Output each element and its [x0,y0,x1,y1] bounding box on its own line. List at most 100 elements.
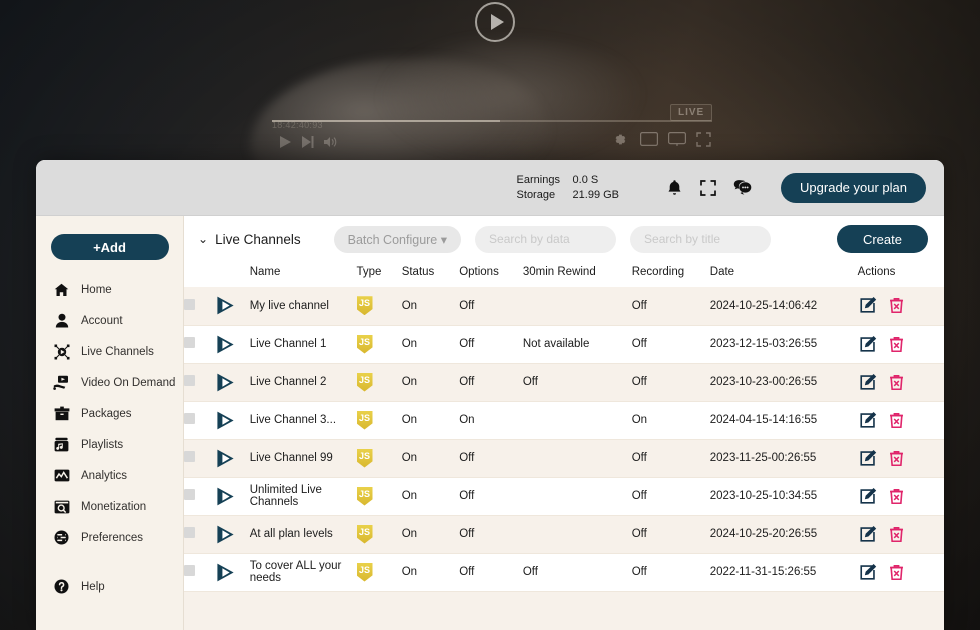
app-window: Earnings 0.0 S Storage 21.99 GB Upgrade … [36,160,944,630]
play-icon[interactable] [215,371,237,393]
play-icon[interactable] [215,447,237,469]
live-badge[interactable]: LIVE [670,104,713,121]
col-actions: Actions [857,262,944,287]
volume-icon[interactable] [324,136,337,148]
row-preview-cell [214,553,250,592]
progress-bar[interactable] [272,120,712,122]
edit-icon[interactable] [858,296,877,315]
play-icon[interactable] [215,295,237,317]
create-button[interactable]: Create [836,225,928,253]
row-checkbox-cell [184,439,215,478]
table-row[interactable]: At all plan levels JS On Off Off 2024-10… [184,515,944,554]
delete-icon[interactable] [887,373,906,392]
play-icon[interactable] [215,561,237,583]
row-checkbox[interactable] [184,413,195,424]
row-status: On [401,363,460,402]
search-by-title-input[interactable] [630,225,772,253]
row-checkbox[interactable] [184,337,195,348]
sidebar-item-label: Packages [81,407,132,420]
play-icon[interactable] [280,136,291,148]
edit-icon[interactable] [858,373,877,392]
edit-icon[interactable] [858,335,877,354]
channels-table-container: Name Type Status Options 30min Rewind Re… [184,262,944,630]
delete-icon[interactable] [887,525,906,544]
sidebar-item-label: Playlists [81,438,124,451]
sidebar-item-analytics[interactable]: Analytics [36,460,183,491]
delete-icon[interactable] [887,487,906,506]
edit-icon[interactable] [858,411,877,430]
edit-icon[interactable] [858,563,877,582]
play-icon[interactable] [215,523,237,545]
sidebar-item-preferences[interactable]: Preferences [36,522,183,553]
col-recording[interactable]: Recording [631,262,710,287]
delete-icon[interactable] [887,335,906,354]
row-checkbox-cell [184,553,215,592]
edit-icon[interactable] [858,525,877,544]
row-actions-cell [857,401,944,440]
play-icon[interactable] [215,333,237,355]
js-type-icon: JS [356,334,373,354]
play-icon[interactable] [215,409,237,431]
batch-configure-dropdown[interactable]: Batch Configure ▾ [333,225,462,253]
table-row[interactable]: Live Channel 99 JS On Off Off 2023-11-25… [184,439,944,478]
table-row[interactable]: Unlimited Live Channels JS On Off Off 20… [184,477,944,516]
col-rewind[interactable]: 30min Rewind [522,262,632,287]
add-button[interactable]: +Add [50,234,169,260]
row-rewind: Off [522,553,632,592]
table-row[interactable]: Live Channel 2 JS On Off Off Off 2023-10… [184,363,944,402]
storage-label: Storage [516,188,556,201]
table-row[interactable]: Live Channel 1 JS On Off Not available O… [184,325,944,364]
row-checkbox[interactable] [184,375,195,386]
fullscreen-icon[interactable] [696,132,711,152]
sidebar-item-account[interactable]: Account [36,305,183,336]
row-date: 2022-11-31-15:26:55 [709,553,858,592]
col-name[interactable]: Name [249,262,357,287]
fullscreen-icon[interactable] [691,173,725,203]
row-checkbox[interactable] [184,489,195,500]
search-by-data-input[interactable] [475,225,617,253]
table-row[interactable]: To cover ALL your needs JS On Off Off Of… [184,553,944,592]
sidebar-item-home[interactable]: Home [36,274,183,305]
progress-bar-fill [272,120,500,122]
upgrade-plan-button[interactable]: Upgrade your plan [781,172,926,203]
delete-icon[interactable] [887,563,906,582]
row-checkbox[interactable] [184,298,195,310]
row-checkbox[interactable] [184,565,195,576]
delete-icon[interactable] [887,449,906,468]
bell-icon[interactable] [657,173,691,203]
chevron-down-icon[interactable]: ⌄ [198,232,208,246]
sidebar-item-label: Home [81,283,112,296]
gear-icon[interactable] [612,132,627,152]
delete-icon[interactable] [887,411,906,430]
sidebar-item-help[interactable]: Help [36,571,183,602]
col-status[interactable]: Status [401,262,460,287]
delete-icon[interactable] [887,296,906,315]
edit-icon[interactable] [858,487,877,506]
table-row[interactable]: Live Channel 3... JS On On On 2024-04-15… [184,401,944,440]
sidebar-item-packages[interactable]: Packages [36,398,183,429]
sidebar-item-live-channels[interactable]: Live Channels [36,336,183,367]
screen-small-icon[interactable] [640,132,658,151]
row-checkbox[interactable] [184,527,195,538]
edit-icon[interactable] [858,449,877,468]
play-circle-icon[interactable] [475,2,515,42]
screen-large-icon[interactable] [668,132,686,151]
sidebar-item-playlists[interactable]: Playlists [36,429,183,460]
col-date[interactable]: Date [709,262,858,287]
sidebar-item-monetization[interactable]: Monetization [36,491,183,522]
sidebar-item-video-on-demand[interactable]: Video On Demand [36,367,183,398]
next-track-icon[interactable] [302,136,314,148]
table-row[interactable]: My live channel JS On Off Off 2024-10-25… [184,287,944,326]
js-type-icon: JS [356,296,373,316]
row-checkbox[interactable] [184,451,195,462]
col-type[interactable]: Type [356,262,402,287]
row-checkbox-cell [184,477,215,516]
row-recording: On [631,401,710,440]
chat-bubble-icon[interactable] [725,173,759,203]
col-options[interactable]: Options [459,262,523,287]
play-icon[interactable] [215,485,237,507]
js-type-icon: JS [356,372,373,392]
row-rewind [522,439,632,478]
col-preview [214,262,250,287]
table-body: My live channel JS On Off Off 2024-10-25… [184,287,944,592]
